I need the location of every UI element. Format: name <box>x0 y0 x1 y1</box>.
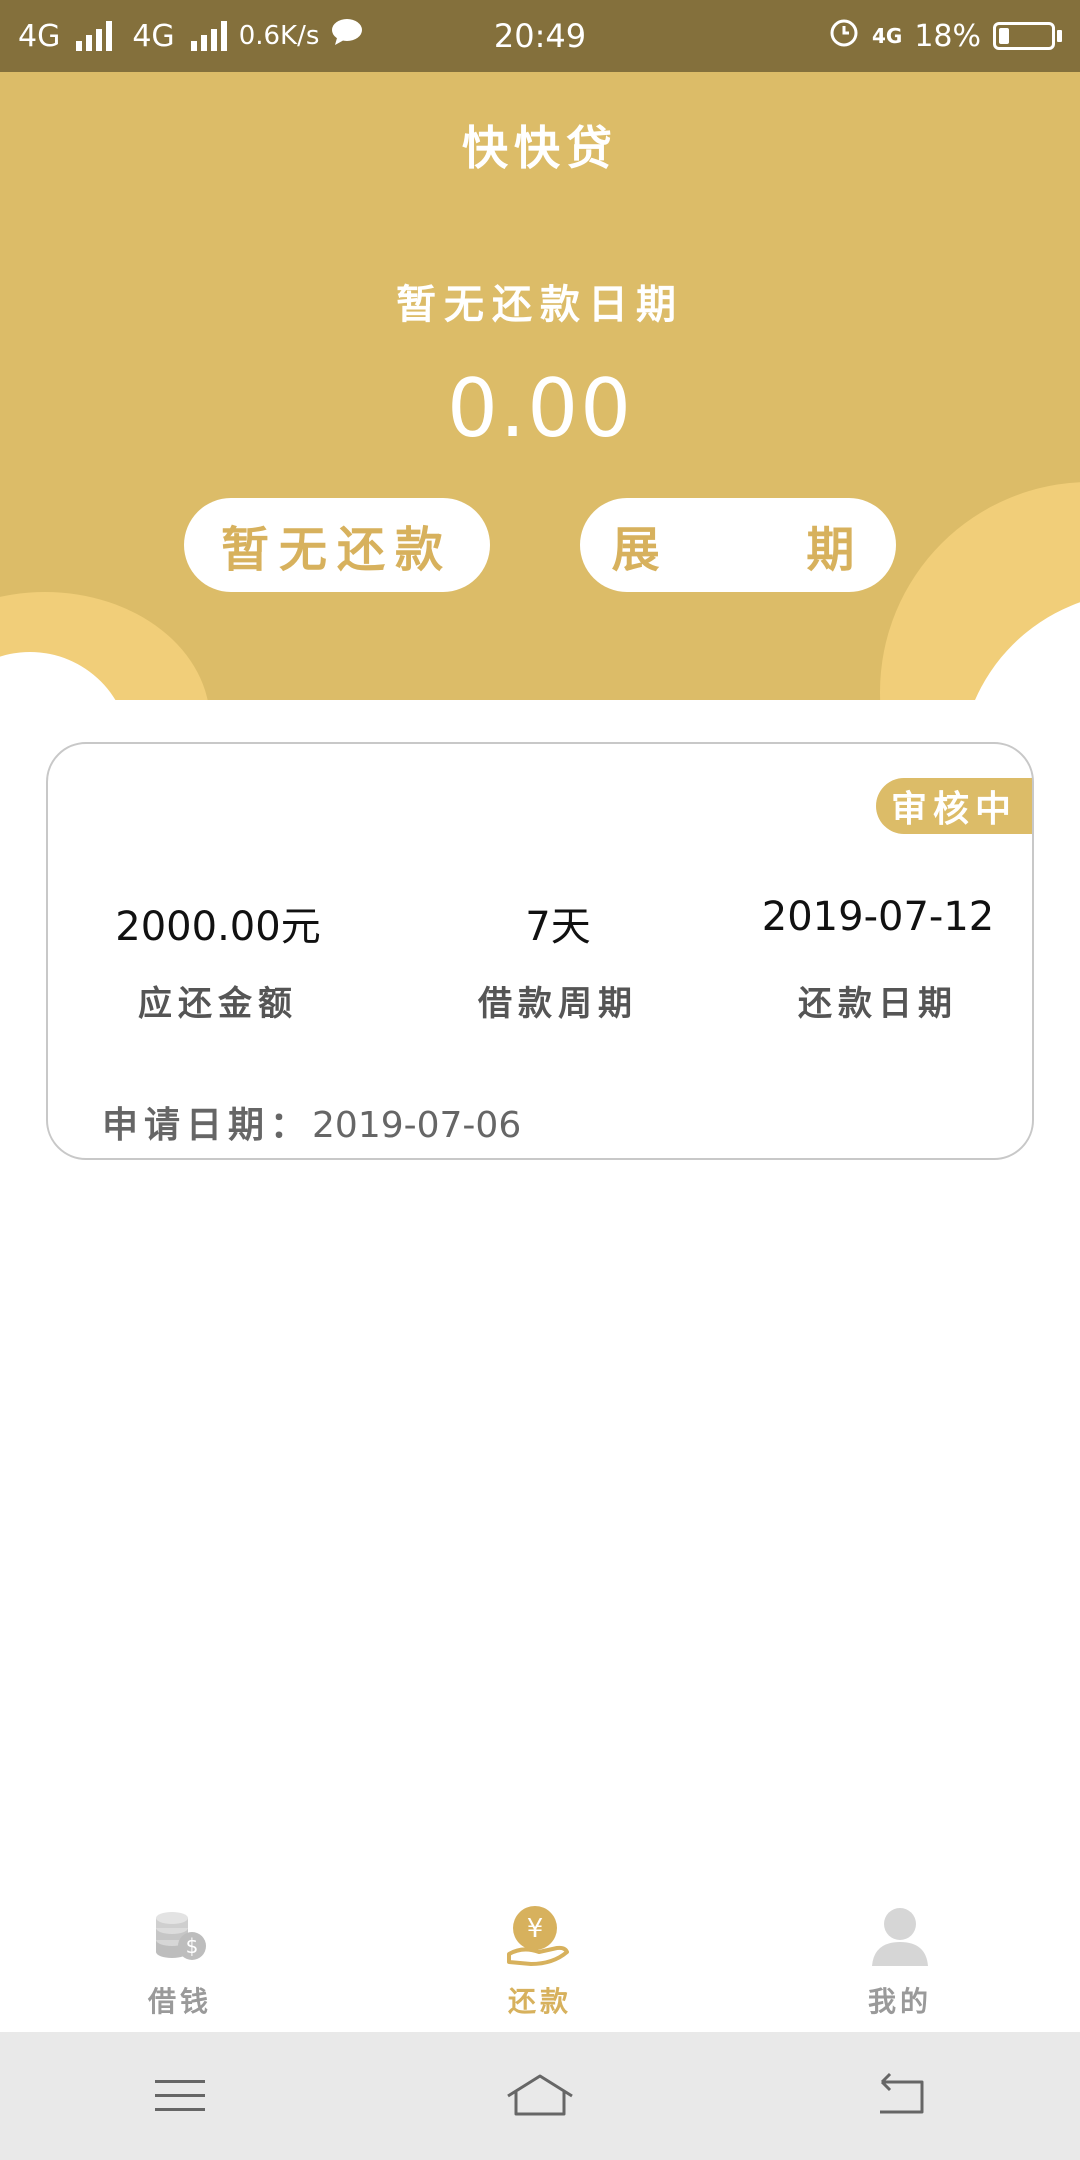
amount-value: 2000.00元 <box>115 904 321 950</box>
svg-text:$: $ <box>186 1934 199 1958</box>
battery-percent: 18% <box>914 18 981 54</box>
apply-date-value: 2019-07-06 <box>312 1105 522 1146</box>
back-icon <box>880 2072 924 2114</box>
status-left: 4G 4G 0.6K/s <box>18 18 363 54</box>
system-nav-bar <box>0 2032 1080 2160</box>
net-speed: 0.6K/s <box>238 21 320 51</box>
network-type-right: 4G <box>871 24 903 48</box>
chat-icon <box>331 18 363 54</box>
nav-label-mine: 我的 <box>867 1985 932 2018</box>
repay-date-label: 还款日期 <box>798 984 958 1024</box>
coins-icon: $ <box>145 1904 215 1968</box>
nav-label-borrow: 借钱 <box>147 1985 212 2018</box>
period-label: 借款周期 <box>478 984 638 1024</box>
back-button[interactable] <box>850 2056 950 2136</box>
home-icon <box>507 2074 573 2116</box>
user-icon <box>865 1904 935 1968</box>
bottom-nav: $ 借钱 ¥ 还款 我的 <box>0 1880 1080 2032</box>
nav-item-mine[interactable]: 我的 <box>720 1880 1080 2032</box>
header-panel: 快快贷 暂无还款日期 0.00 暂无还款 展 期 <box>0 72 1080 700</box>
nav-label-repay: 还款 <box>507 1985 572 2018</box>
status-right: 4G 18% <box>828 16 1062 56</box>
due-date-text: 暂无还款日期 <box>396 281 684 328</box>
alarm-icon <box>828 16 860 56</box>
repay-amount: 0.00 <box>446 362 634 455</box>
home-button[interactable] <box>490 2056 590 2136</box>
repay-button[interactable]: 暂无还款 <box>184 498 490 592</box>
repay-button-label: 暂无还款 <box>220 522 453 578</box>
signal-icon <box>76 21 113 51</box>
app-title: 快快贷 <box>462 121 618 175</box>
status-bar: 4G 4G 0.6K/s 20:49 4G 18% <box>0 0 1080 72</box>
apply-date-label: 申请日期： <box>102 1104 313 1146</box>
repay-date-value: 2019-07-12 <box>761 894 995 940</box>
network-type-1: 4G <box>18 18 61 54</box>
amount-label: 应还金额 <box>138 984 298 1024</box>
extend-button[interactable]: 展 期 <box>580 498 896 592</box>
yen-hand-icon: ¥ <box>505 1904 575 1968</box>
menu-icon <box>155 2080 205 2111</box>
status-badge: 审核中 <box>876 778 1032 834</box>
menu-button[interactable] <box>130 2056 230 2136</box>
battery-icon <box>993 22 1062 50</box>
svg-text:¥: ¥ <box>527 1914 544 1944</box>
network-type-2: 4G <box>132 18 175 54</box>
nav-item-borrow[interactable]: $ 借钱 <box>0 1880 360 2032</box>
loan-card[interactable]: 审核中 2000.00元 7天 2019-07-12 应还金额 借款周期 还款日… <box>46 742 1034 1160</box>
apply-date-row: 申请日期：2019-07-06 <box>102 1096 521 1148</box>
extend-button-label: 展 期 <box>611 522 865 578</box>
signal-icon-2 <box>190 21 227 51</box>
nav-item-repay[interactable]: ¥ 还款 <box>360 1880 720 2032</box>
period-value: 7天 <box>525 904 591 950</box>
